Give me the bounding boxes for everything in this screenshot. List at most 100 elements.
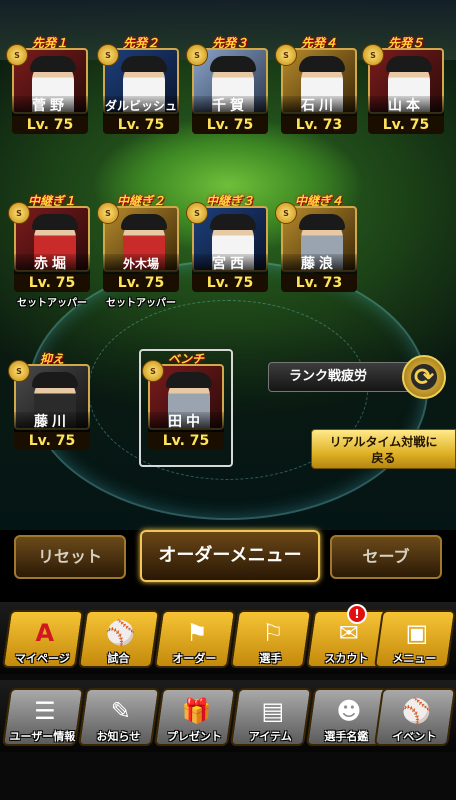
nav-present[interactable]: 🎁 プレゼント [153,688,237,746]
player-level: Lv. 73 [281,274,357,292]
nav-label: イベント [392,730,437,743]
nav-label: ユーザー情報 [9,730,76,743]
nav-label: 選手 [259,652,282,665]
gift-icon: 🎁 [181,697,212,725]
menu-icon: ▣ [405,619,429,647]
player-name: 千賀 [192,96,268,116]
player-name: 田中 [148,412,224,432]
user-info-icon: ☰ [34,697,56,725]
rank-fatigue-button[interactable]: ランク戦疲労 [268,362,418,392]
item-icon: ▤ [261,697,285,725]
reliever-card-4[interactable]: 中継ぎ４ S 藤浪 Lv. 73 [275,194,359,298]
starter-card-5[interactable]: 先発５ S 山本 Lv. 75 [362,36,446,140]
nav-label: オーダー [172,652,217,665]
nav-user-info[interactable]: ☰ ユーザー情報 [1,688,85,746]
bench-card[interactable]: ベンチ S 田中 Lv. 75 [142,352,226,456]
save-button[interactable]: セーブ [330,535,442,579]
order-toolbar: リセット オーダーメニュー セーブ [0,530,456,602]
closer-card[interactable]: 抑え S 藤川 Lv. 75 [8,352,92,456]
order-menu-button[interactable]: オーダーメニュー [140,530,320,582]
nav-items[interactable]: ▤ アイテム [229,688,313,746]
rank-s-icon: S [186,44,208,66]
starter-card-3[interactable]: 先発３ S 千賀 Lv. 75 [186,36,270,140]
nav-label: メニュー [392,652,437,665]
player-level: Lv. 73 [281,116,357,134]
nav-mypage[interactable]: A マイページ [1,610,85,668]
nav-event[interactable]: ⚾ イベント [373,688,456,746]
reset-button[interactable]: リセット [14,535,126,579]
starter-card-2[interactable]: 先発２ S ダルビッシュ Lv. 75 [97,36,181,140]
nav-players[interactable]: ⚐ 選手 [229,610,313,668]
cap [30,56,76,72]
player-level: Lv. 75 [148,432,224,450]
nav-label: お知らせ [96,730,141,743]
return-realtime-button[interactable]: リアルタイム対戦に 戻る [311,429,456,469]
cap [210,214,256,230]
reliever-card-1[interactable]: 中継ぎ１ S 赤堀 Lv. 75 セットアッパー [8,194,92,309]
starter-card-4[interactable]: 先発４ S 石川 Lv. 73 [275,36,359,140]
rank-s-icon: S [275,44,297,66]
player-name: 菅野 [12,96,88,116]
rank-s-icon: S [186,202,208,224]
cap [299,56,345,72]
player-name: 赤堀 [14,254,90,274]
event-icon: ⚾ [401,697,432,725]
cap [210,56,256,72]
player-icon: ⚐ [262,619,284,647]
nav-label: 試合 [107,652,130,665]
rank-s-icon: S [97,202,119,224]
player-level: Lv. 75 [103,116,179,134]
reliever-card-3[interactable]: 中継ぎ３ S 宮西 Lv. 75 [186,194,270,298]
bottom-navigation: A マイページ ⚾ 試合 ⚑ オーダー ⚐ 選手 ✉ スカウト ! ▣ メニュー… [0,602,456,800]
player-name: ダルビッシュ [103,96,179,116]
nav-news[interactable]: ✎ お知らせ [77,688,161,746]
cap [121,56,167,72]
reliever-card-2[interactable]: 中継ぎ２ S 外木場 Lv. 75 セットアッパー [97,194,181,309]
nav-menu[interactable]: ▣ メニュー [373,610,456,668]
nav-game[interactable]: ⚾ 試合 [77,610,161,668]
nav-label: スカウト [324,652,369,665]
player-name: 宮西 [192,254,268,274]
realtime-label-line2: 戻る [371,451,396,465]
news-icon: ✎ [110,697,131,725]
rank-s-icon: S [275,202,297,224]
starter-card-1[interactable]: 先発１ S 菅野 Lv. 75 [6,36,90,140]
cap [121,214,167,230]
nav-row-main: A マイページ ⚾ 試合 ⚑ オーダー ⚐ 選手 ✉ スカウト ! ▣ メニュー [0,602,456,674]
realtime-label-line1: リアルタイム対戦に [329,435,438,449]
refresh-icon[interactable]: ⟳ [402,355,446,399]
rank-s-icon: S [97,44,119,66]
player-name: 藤川 [14,412,90,432]
nav-order[interactable]: ⚑ オーダー [153,610,237,668]
cap [32,372,78,388]
player-name: 山本 [368,96,444,116]
stadium-icon: ⚾ [105,619,136,647]
player-level: Lv. 75 [103,274,179,292]
rank-s-icon: S [362,44,384,66]
cap [386,56,432,72]
nav-label: マイページ [14,652,70,665]
player-level: Lv. 75 [368,116,444,134]
player-level: Lv. 75 [192,274,268,292]
cap [166,372,212,388]
nav-label: 選手名鑑 [324,730,369,743]
player-name: 藤浪 [281,254,357,274]
rank-s-icon: S [142,360,164,382]
player-name: 外木場 [103,254,179,274]
order-icon: ⚑ [186,619,208,647]
cap [299,214,345,230]
directory-icon: ☻ [336,697,362,725]
nav-label: アイテム [248,730,292,743]
scout-notification-badge: ! [347,604,367,624]
cap [32,214,78,230]
nav-label: プレゼント [166,730,222,743]
role-label: セットアッパー [17,298,87,309]
player-name: 石川 [281,96,357,116]
mypage-icon: A [35,619,55,647]
player-level: Lv. 75 [192,116,268,134]
rank-s-icon: S [8,202,30,224]
rank-s-icon: S [8,360,30,382]
nav-row-sub: ☰ ユーザー情報 ✎ お知らせ 🎁 プレゼント ▤ アイテム ☻ 選手名鑑 ⚾ … [0,680,456,752]
rank-s-icon: S [6,44,28,66]
player-level: Lv. 75 [14,274,90,292]
